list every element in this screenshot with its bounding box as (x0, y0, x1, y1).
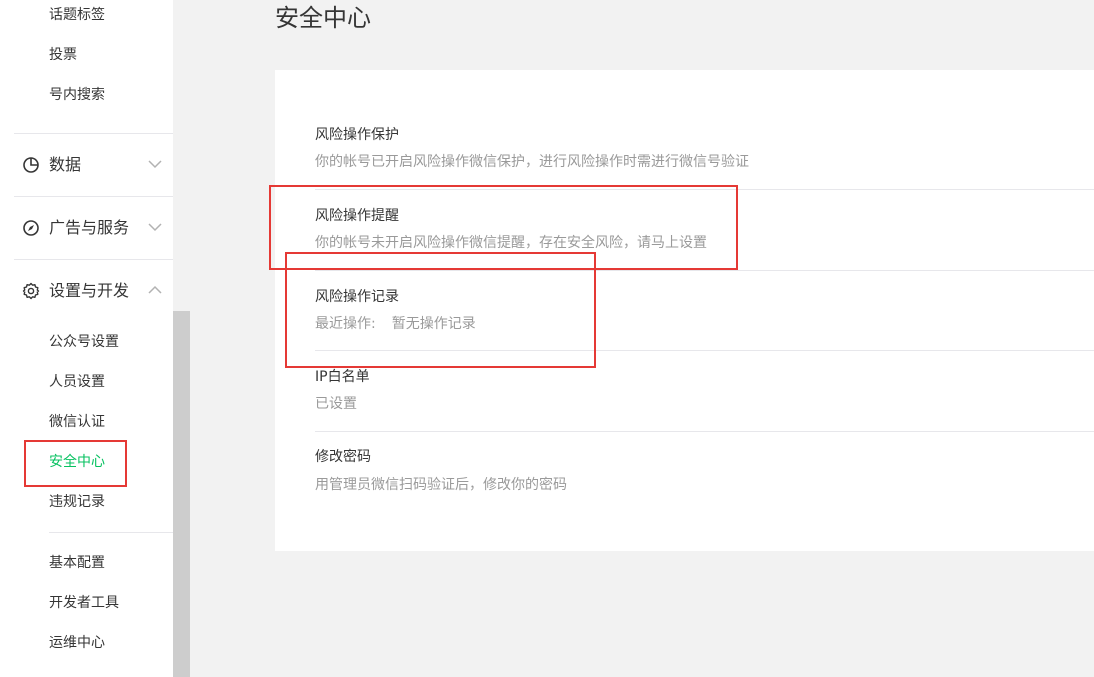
risk-log-title: 风险操作记录 (315, 289, 399, 305)
chevron-down-icon[interactable] (147, 221, 163, 233)
risk-log-value: 暂无操作记录 (391, 316, 476, 332)
gear-icon (22, 282, 40, 300)
risk-log-label: 最近操作: (315, 316, 376, 332)
sidebar-item-account-settings[interactable]: 公众号设置 (49, 332, 119, 352)
sidebar-group-data[interactable]: 数据 (0, 145, 173, 185)
sidebar-group-label: 设置与开发 (49, 281, 130, 300)
sidebar-divider (14, 259, 173, 260)
risk-protect-row[interactable]: 风险操作保护 你的帐号已开启风险操作微信保护，进行风险操作时需进行微信号验证 (315, 109, 1094, 190)
sidebar-divider (14, 196, 173, 197)
sidebar-group-label: 广告与服务 (49, 218, 130, 237)
ip-whitelist-row[interactable]: IP白名单 已设置 (315, 351, 1094, 432)
sidebar-divider (49, 532, 173, 533)
page-title: 安全中心 (275, 4, 371, 32)
sidebar-item-in-account-search[interactable]: 号内搜索 (49, 85, 105, 105)
risk-remind-title: 风险操作提醒 (315, 208, 399, 224)
sidebar-group-settings-dev[interactable]: 设置与开发 (0, 271, 173, 311)
change-password-row[interactable]: 修改密码 用管理员微信扫码验证后，修改你的密码 (315, 432, 1094, 512)
sidebar-item-violation-records[interactable]: 违规记录 (49, 492, 105, 512)
sidebar-item-staff-settings[interactable]: 人员设置 (49, 372, 105, 392)
security-card: 风险操作保护 你的帐号已开启风险操作微信保护，进行风险操作时需进行微信号验证 风… (275, 70, 1094, 551)
sidebar-item-developer-tools[interactable]: 开发者工具 (49, 593, 119, 613)
risk-log-row[interactable]: 风险操作记录 最近操作: 暂无操作记录 (315, 271, 1094, 351)
sidebar-item-vote[interactable]: 投票 (49, 45, 77, 65)
sidebar-item-topic-tags[interactable]: 话题标签 (49, 5, 105, 25)
risk-protect-title: 风险操作保护 (315, 127, 399, 143)
ip-whitelist-desc: 已设置 (315, 396, 357, 412)
sidebar-group-ads-services[interactable]: 广告与服务 (0, 208, 173, 248)
change-password-title: 修改密码 (315, 449, 371, 465)
sidebar-divider (14, 133, 173, 134)
change-password-desc: 用管理员微信扫码验证后，修改你的密码 (315, 477, 567, 493)
sidebar-scrollbar-thumb[interactable] (173, 311, 190, 677)
compass-icon (23, 220, 39, 236)
ip-whitelist-title: IP白名单 (315, 369, 370, 385)
risk-protect-desc: 你的帐号已开启风险操作微信保护，进行风险操作时需进行微信号验证 (315, 154, 749, 170)
sidebar-group-label: 数据 (49, 155, 82, 174)
risk-remind-row[interactable]: 风险操作提醒 你的帐号未开启风险操作微信提醒，存在安全风险，请马上设置 (315, 190, 1094, 271)
sidebar-item-security-center[interactable]: 安全中心 (49, 452, 105, 472)
sidebar: 话题标签 投票 号内搜索 数据 广告与服务 设置与开发 公众号设置 人员设置 微… (0, 0, 173, 677)
chevron-down-icon[interactable] (147, 158, 163, 170)
sidebar-item-ops-center[interactable]: 运维中心 (49, 633, 105, 653)
risk-log-desc: 最近操作: 暂无操作记录 (315, 314, 476, 334)
sidebar-item-basic-config[interactable]: 基本配置 (49, 553, 105, 573)
sidebar-item-wechat-verification[interactable]: 微信认证 (49, 412, 105, 432)
pie-chart-icon (23, 157, 39, 173)
chevron-up-icon[interactable] (147, 284, 163, 296)
risk-remind-desc: 你的帐号未开启风险操作微信提醒，存在安全风险，请马上设置 (315, 235, 707, 251)
